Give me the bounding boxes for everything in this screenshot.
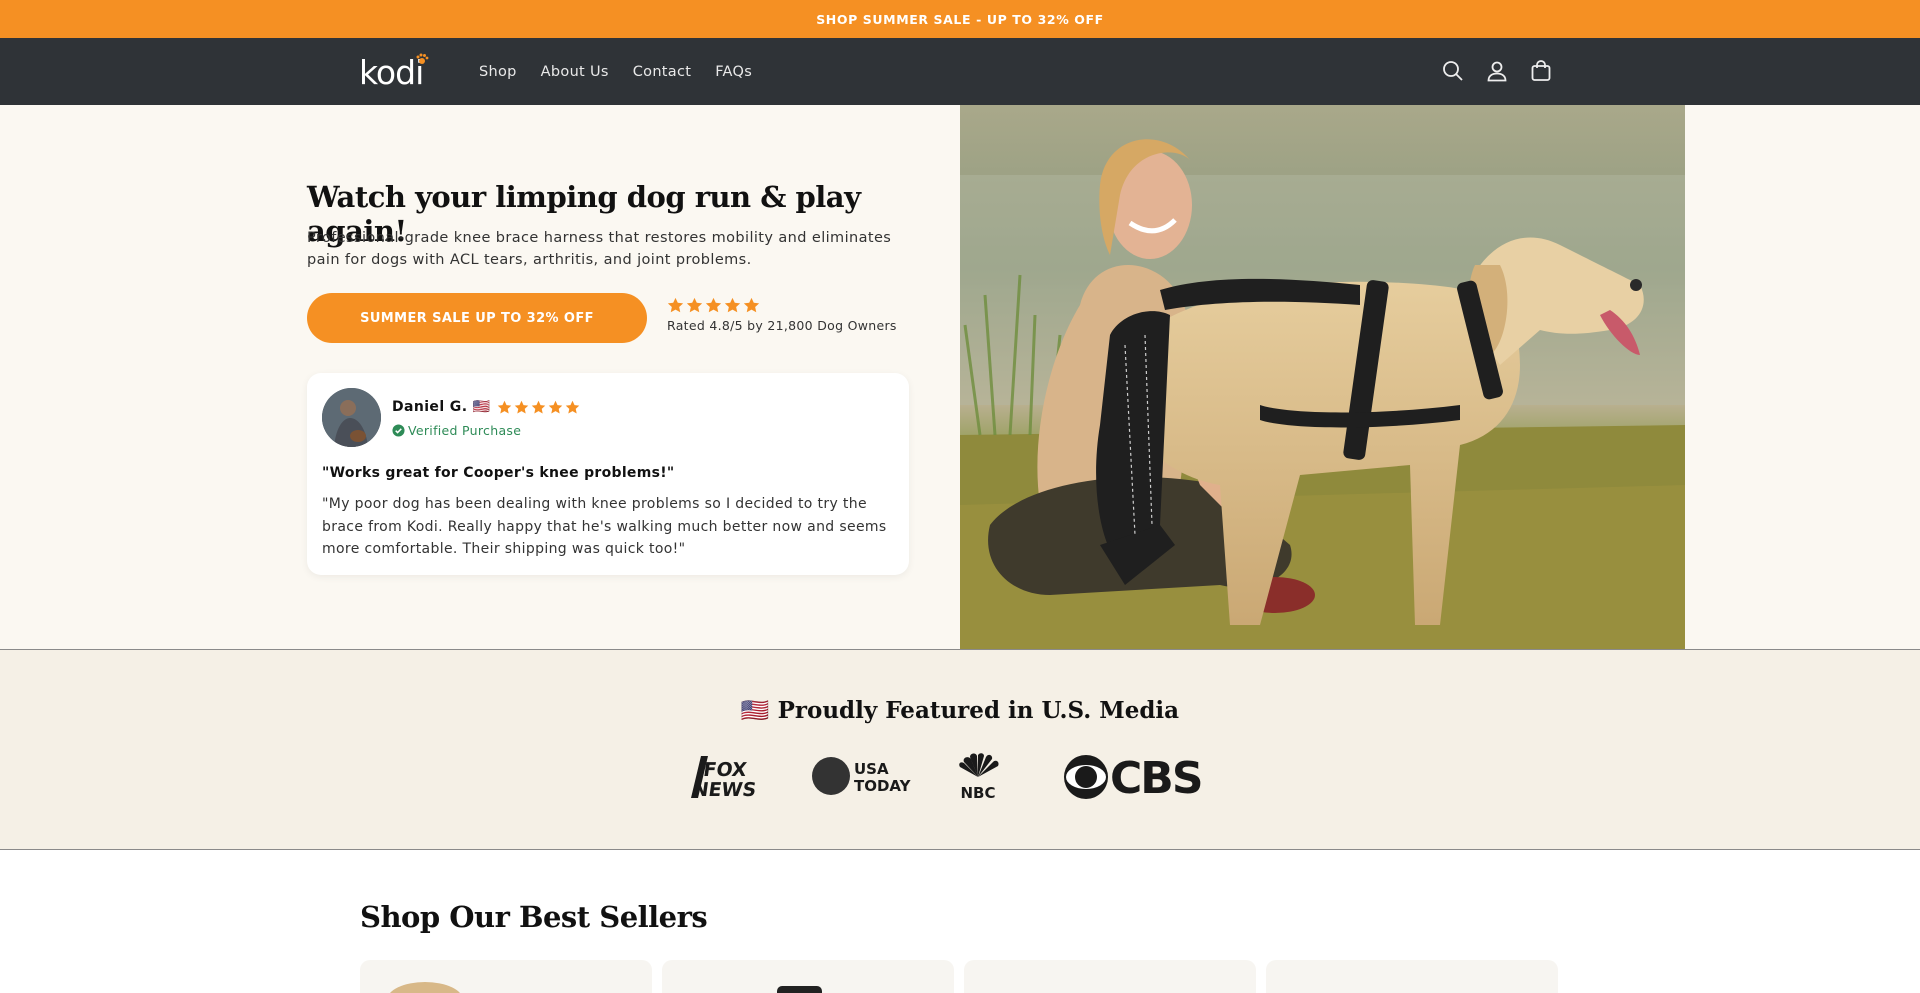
review-title: "Works great for Cooper's knee problems!… (322, 465, 675, 481)
review-body: "My poor dog has been dealing with knee … (322, 496, 887, 557)
featured-media-section: 🇺🇸 Proudly Featured in U.S. Media FOX NE… (0, 650, 1920, 850)
product-card[interactable] (360, 960, 652, 993)
star-icon (667, 297, 684, 313)
rating-stars (667, 297, 897, 314)
best-sellers-title: Shop Our Best Sellers (360, 900, 708, 934)
product-card[interactable] (1266, 960, 1558, 993)
media-logos: FOX NEWS USA TODAY NBC CBS (688, 752, 1233, 804)
announcement-text[interactable]: SHOP SUMMER SALE - UP TO 32% OFF (816, 12, 1104, 27)
svg-text:NBC: NBC (961, 784, 996, 802)
reviewer-header: Daniel G. 🇺🇸 (392, 399, 580, 415)
star-icon (514, 400, 528, 413)
star-icon (548, 400, 562, 413)
star-icon (724, 297, 741, 313)
star-icon (497, 400, 511, 413)
star-icon (743, 297, 760, 313)
svg-text:NEWS: NEWS (691, 778, 758, 801)
star-icon (565, 400, 579, 413)
verified-text: Verified Purchase (408, 423, 522, 438)
review-stars (497, 400, 580, 415)
hero-image (960, 105, 1685, 649)
rating-text: Rated 4.8/5 by 21,800 Dog Owners (667, 318, 897, 333)
featured-title: 🇺🇸 Proudly Featured in U.S. Media (740, 697, 1180, 724)
review-card: Daniel G. 🇺🇸 Verified Purchase "Works gr… (307, 373, 909, 575)
account-icon[interactable] (1484, 56, 1510, 86)
nav-shop[interactable]: Shop (479, 64, 517, 80)
nav-faqs[interactable]: FAQs (715, 64, 752, 80)
rating-summary: Rated 4.8/5 by 21,800 Dog Owners (667, 297, 897, 333)
cbs-logo: CBS (1064, 753, 1204, 804)
star-icon (705, 297, 722, 313)
nav-about-us[interactable]: About Us (541, 64, 609, 80)
announcement-bar[interactable]: SHOP SUMMER SALE - UP TO 32% OFF (0, 0, 1920, 38)
product-card[interactable] (662, 960, 954, 993)
logo[interactable]: kodi (359, 52, 429, 92)
fox-news-logo: FOX NEWS (691, 756, 758, 801)
verified-check-icon (392, 424, 405, 437)
logo-text: kodi (359, 53, 424, 92)
svg-text:CBS: CBS (1110, 753, 1202, 802)
svg-text:USA: USA (854, 760, 889, 778)
hero-section: Watch your limping dog run & play again!… (0, 105, 1920, 650)
reviewer-name: Daniel G. 🇺🇸 (392, 399, 491, 415)
site-header: kodi Shop About Us Contact FAQs (0, 38, 1920, 105)
paw-icon (416, 53, 429, 64)
sale-cta-button[interactable]: SUMMER SALE UP TO 32% OFF (307, 293, 647, 343)
svg-text:TODAY: TODAY (854, 777, 912, 795)
nbc-logo: NBC (959, 753, 999, 802)
header-icons (1440, 56, 1554, 86)
search-icon[interactable] (1440, 56, 1466, 86)
product-cards (360, 960, 1560, 993)
nav-contact[interactable]: Contact (633, 64, 692, 80)
star-icon (531, 400, 545, 413)
hero-subtitle: Professional-grade knee brace harness th… (307, 230, 892, 268)
reviewer-avatar (322, 388, 381, 447)
usa-today-logo: USA TODAY (812, 757, 912, 795)
product-card[interactable] (964, 960, 1256, 993)
cart-icon[interactable] (1528, 56, 1554, 86)
verified-badge: Verified Purchase (392, 423, 521, 438)
star-icon (686, 297, 703, 313)
main-nav: Shop About Us Contact FAQs (479, 38, 752, 105)
